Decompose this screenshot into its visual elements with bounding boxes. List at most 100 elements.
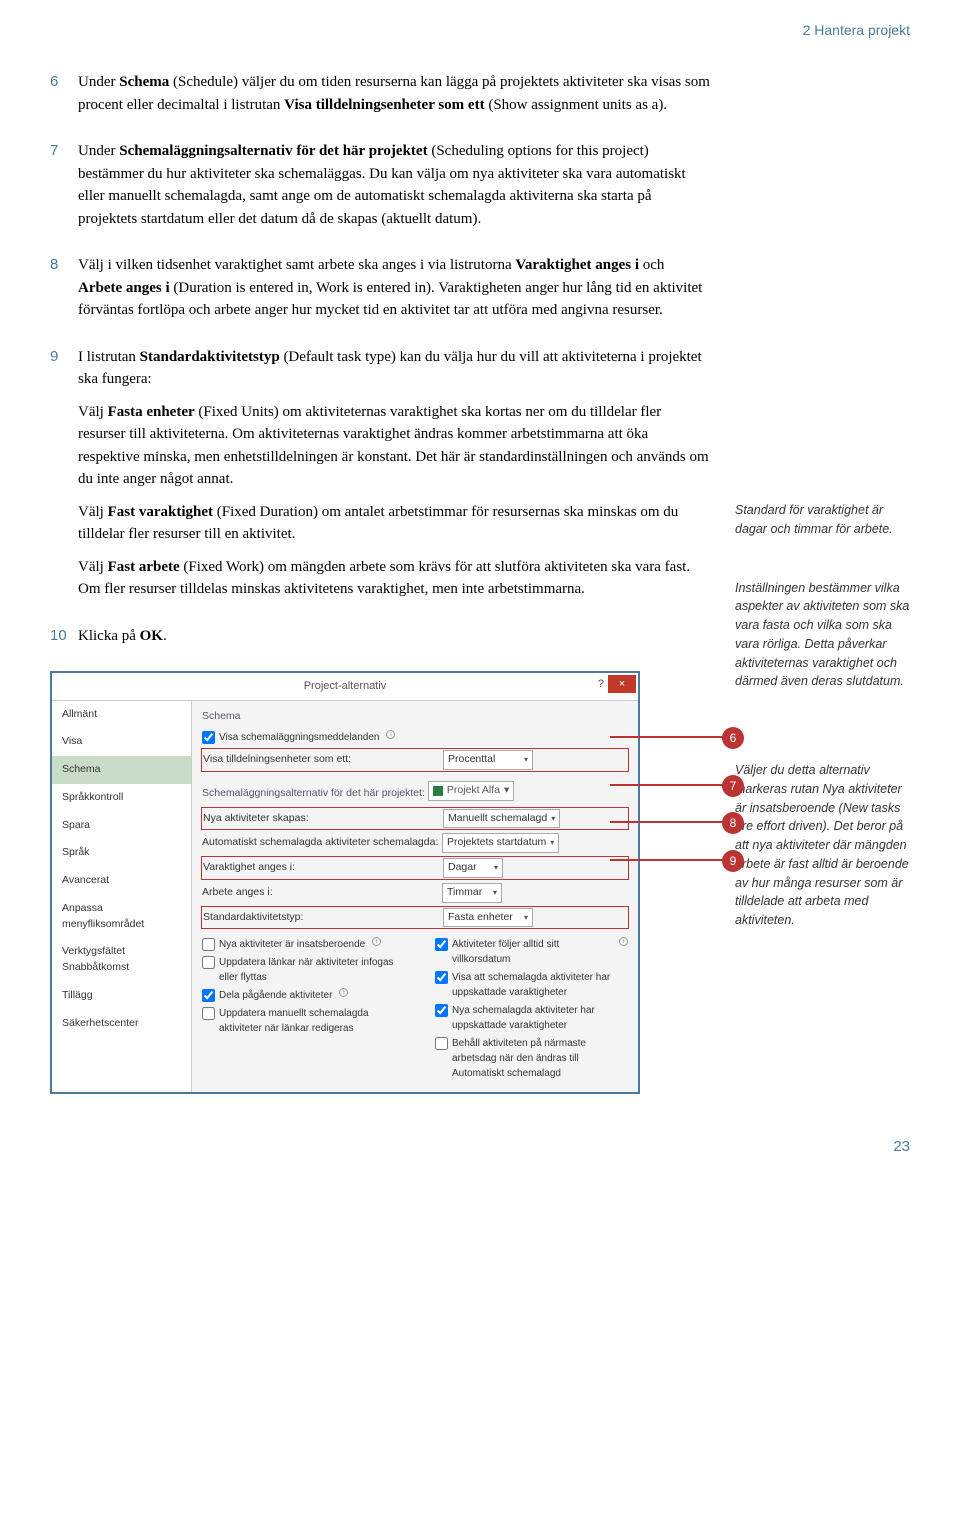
nav-item[interactable]: Verktygsfältet Snabbåtkomst: [52, 938, 191, 982]
chevron-down-icon: ▾: [490, 862, 498, 874]
callout-line: 8: [610, 821, 730, 823]
step-number: 6: [50, 71, 78, 126]
text: Under: [78, 74, 119, 90]
section-heading: Schema: [202, 709, 628, 725]
info-icon: i: [619, 937, 628, 946]
nav-item[interactable]: Spara: [52, 812, 191, 840]
checkbox-column-left: Nya aktiviteter är insatsberoendei Uppda…: [202, 934, 395, 1084]
dialog-titlebar: Project-alternativ ? ×: [52, 673, 638, 701]
checkbox-row[interactable]: Behåll aktiviteten på närmaste arbetsdag…: [435, 1036, 628, 1081]
info-icon: i: [386, 730, 395, 739]
checkbox[interactable]: [435, 971, 448, 984]
main-column: 6 Under Schema (Schedule) väljer du om t…: [50, 71, 710, 1124]
checkbox[interactable]: [435, 1004, 448, 1017]
dropdown-value: Manuellt schemalagd: [448, 811, 547, 827]
project-selector[interactable]: Projekt Alfa▾: [428, 781, 514, 801]
dropdown[interactable]: Fasta enheter▾: [443, 908, 533, 928]
checkbox-row[interactable]: Visa schemaläggningsmeddelanden i: [202, 730, 628, 745]
text: (Duration is entered in, Work is entered…: [78, 280, 702, 319]
bold-term: Arbete anges i: [78, 280, 170, 296]
step-10: 10 Klicka på OK.: [50, 625, 710, 658]
step-number: 8: [50, 254, 78, 332]
checkbox-row[interactable]: Nya aktiviteter är insatsberoendei: [202, 937, 395, 952]
nav-item[interactable]: Tillägg: [52, 982, 191, 1010]
checkbox-row[interactable]: Visa att schemalagda aktiviteter har upp…: [435, 970, 628, 1000]
checkbox[interactable]: [202, 989, 215, 1002]
nav-item[interactable]: Säkerhetscenter: [52, 1010, 191, 1038]
checkbox-label: Uppdatera manuellt schemalagda aktivitet…: [219, 1006, 395, 1036]
callout-line: 6: [610, 736, 730, 738]
checkbox-label: Dela pågående aktiviteter: [219, 988, 332, 1003]
checkbox-label: Visa schemaläggningsmeddelanden: [219, 730, 379, 745]
text: Välj: [78, 504, 108, 520]
checkbox-column-right: Aktiviteter följer alltid sitt villkorsd…: [435, 934, 628, 1084]
nav-item[interactable]: Anpassa menyfliksområdet: [52, 895, 191, 939]
close-icon[interactable]: ×: [608, 675, 636, 693]
side-note: Standard för varaktighet är dagar och ti…: [735, 501, 910, 539]
callout-line: 9: [610, 859, 730, 861]
checkbox-row[interactable]: Nya schemalagda aktiviteter har uppskatt…: [435, 1003, 628, 1033]
chevron-down-icon: ▾: [546, 837, 554, 849]
chevron-down-icon: ▾: [547, 813, 555, 825]
step-number: 7: [50, 140, 78, 240]
nav-item-selected[interactable]: Schema: [52, 756, 191, 784]
checkbox[interactable]: [202, 1007, 215, 1020]
help-icon[interactable]: ?: [598, 676, 604, 693]
nav-item[interactable]: Allmänt: [52, 701, 191, 729]
dialog-title-text: Project-alternativ: [304, 680, 387, 692]
side-note: Inställningen bestämmer vilka aspekter a…: [735, 579, 910, 692]
text: och: [639, 257, 664, 273]
checkbox-label: Uppdatera länkar när aktiviteter infogas…: [219, 955, 395, 985]
side-column: Standard för varaktighet är dagar och ti…: [735, 71, 910, 1124]
step-6: 6 Under Schema (Schedule) väljer du om t…: [50, 71, 710, 126]
checkbox[interactable]: [202, 956, 215, 969]
callout-line: 7: [610, 784, 730, 786]
field-label: Automatiskt schemalagda aktiviteter sche…: [202, 835, 442, 851]
checkbox-label: Aktiviteter följer alltid sitt villkorsd…: [452, 937, 612, 967]
text: Välj i vilken tidsenhet varaktighet samt…: [78, 257, 515, 273]
checkbox-row[interactable]: Uppdatera manuellt schemalagda aktivitet…: [202, 1006, 395, 1036]
dropdown[interactable]: Timmar▾: [442, 883, 502, 903]
checkbox-row[interactable]: Dela pågående aktiviteter i: [202, 988, 395, 1003]
nav-item[interactable]: Språk: [52, 839, 191, 867]
nav-item[interactable]: Avancerat: [52, 867, 191, 895]
chapter-label: 2 Hantera projekt: [50, 20, 910, 41]
dropdown[interactable]: Manuellt schemalagd▾: [443, 809, 560, 829]
row-duration: Varaktighet anges i: Dagar▾: [202, 857, 628, 879]
checkbox[interactable]: [435, 938, 448, 951]
row-auto-scheduled: Automatiskt schemalagda aktiviteter sche…: [202, 833, 628, 853]
text: .: [163, 628, 167, 644]
checkbox-label: Nya schemalagda aktiviteter har uppskatt…: [452, 1003, 628, 1033]
dropdown[interactable]: Projektets startdatum▾: [442, 833, 559, 853]
bold-term: OK: [140, 628, 163, 644]
nav-item[interactable]: Visa: [52, 728, 191, 756]
bold-term: Fast varaktighet: [108, 504, 213, 520]
checkbox-row[interactable]: Aktiviteter följer alltid sitt villkorsd…: [435, 937, 628, 967]
dropdown[interactable]: Dagar ▾: [443, 858, 503, 878]
info-icon: i: [339, 988, 348, 997]
nav-item[interactable]: Språkkontroll: [52, 784, 191, 812]
checkbox-row[interactable]: Uppdatera länkar när aktiviteter infogas…: [202, 955, 395, 985]
dropdown[interactable]: Procenttal▾: [443, 750, 533, 770]
page-number: 23: [50, 1136, 910, 1159]
text: Schemaläggningsalternativ för det här pr…: [202, 787, 425, 799]
dialog-screenshot: Project-alternativ ? × Allmänt Visa Sche…: [50, 671, 710, 1094]
row-new-activities: Nya aktiviteter skapas: Manuellt schemal…: [202, 808, 628, 830]
bold-term: Schema: [119, 74, 169, 90]
checkbox-label: Visa att schemalagda aktiviteter har upp…: [452, 970, 628, 1000]
checkbox[interactable]: [202, 731, 215, 744]
checkbox[interactable]: [202, 938, 215, 951]
text: (Show assignment units as a).: [485, 97, 667, 113]
dropdown-value: Dagar: [448, 860, 477, 876]
dropdown-value: Timmar: [447, 885, 482, 901]
row-units: Visa tilldelningsenheter som ett: Procen…: [202, 749, 628, 771]
text: Välj: [78, 404, 108, 420]
text: Klicka på: [78, 628, 140, 644]
row-work: Arbete anges i: Timmar▾: [202, 883, 628, 903]
section-heading: Schemaläggningsalternativ för det här pr…: [202, 781, 628, 802]
field-label: Standardaktivitetstyp:: [203, 910, 443, 926]
checkbox[interactable]: [435, 1037, 448, 1050]
bold-term: Standardaktivitetstyp: [140, 349, 280, 365]
field-label: Nya aktiviteter skapas:: [203, 811, 443, 827]
project-icon: [433, 786, 443, 796]
